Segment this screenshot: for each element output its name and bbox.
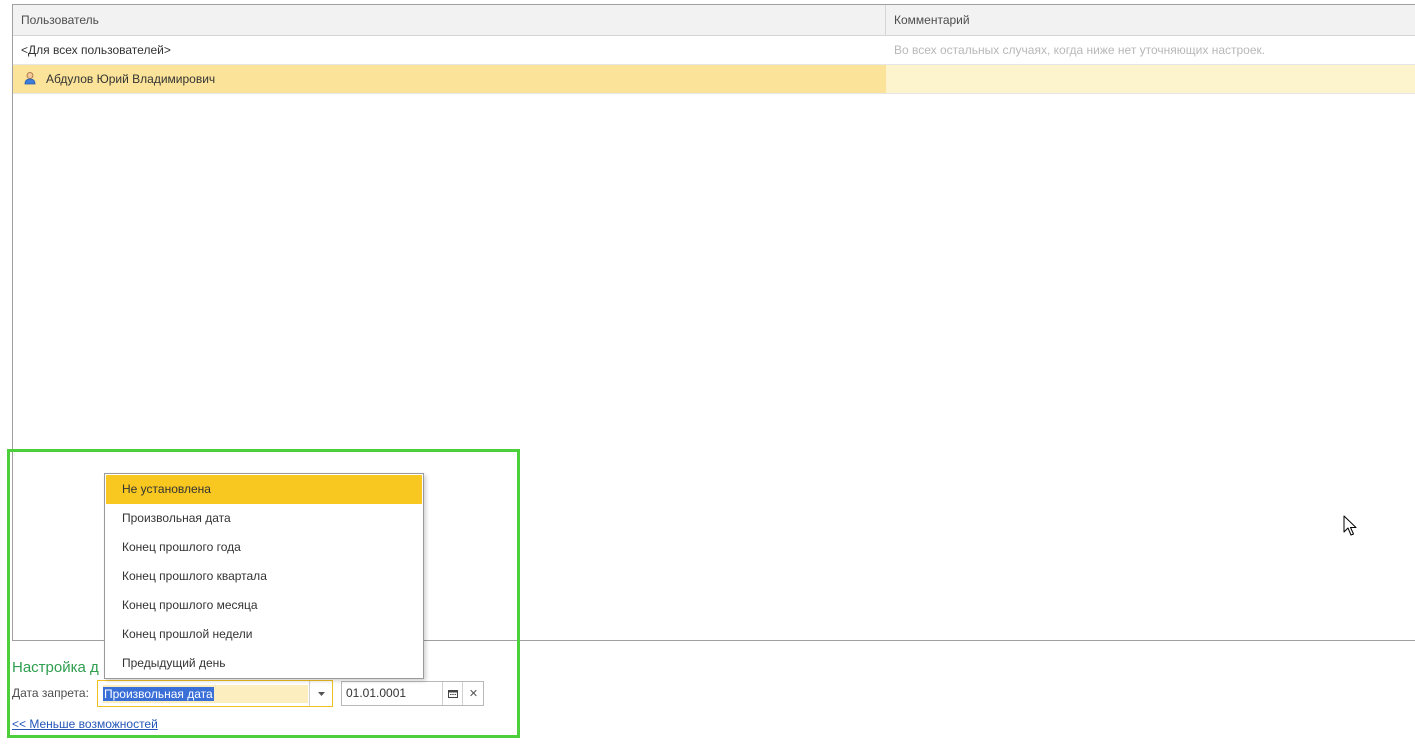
column-header-comment[interactable]: Комментарий xyxy=(886,5,1415,35)
date-value[interactable]: 01.01.0001 xyxy=(346,682,406,705)
table-row[interactable]: <Для всех пользователей> Во всех остальн… xyxy=(13,36,1415,65)
table-header: Пользователь Комментарий xyxy=(13,5,1415,36)
clear-icon[interactable]: ✕ xyxy=(462,682,484,705)
date-field[interactable]: 01.01.0001 ✕ xyxy=(341,681,484,706)
dropdown-item-arbitrary-date[interactable]: Произвольная дата xyxy=(106,504,422,533)
date-label: Дата запрета: xyxy=(12,686,89,700)
mouse-cursor-icon xyxy=(1343,515,1357,540)
user-name: Абдулов Юрий Владимирович xyxy=(46,72,216,86)
dropdown-item-end-of-last-quarter[interactable]: Конец прошлого квартала xyxy=(106,562,422,591)
chevron-down-icon[interactable] xyxy=(309,681,332,706)
user-cell: Абдулов Юрий Владимирович xyxy=(13,65,886,93)
dropdown-item-end-of-last-month[interactable]: Конец прошлого месяца xyxy=(106,591,422,620)
combo-value: Произвольная дата xyxy=(103,687,214,701)
dropdown-item-end-of-last-week[interactable]: Конец прошлой недели xyxy=(106,620,422,649)
comment-cell xyxy=(886,65,1415,93)
calendar-icon[interactable] xyxy=(442,682,463,705)
date-type-combo[interactable]: Произвольная дата xyxy=(97,680,333,707)
column-header-user[interactable]: Пользователь xyxy=(13,5,886,35)
date-type-dropdown: Не установлена Произвольная дата Конец п… xyxy=(104,473,424,679)
dropdown-item-previous-day[interactable]: Предыдущий день xyxy=(106,649,422,678)
user-cell: <Для всех пользователей> xyxy=(21,43,171,57)
combo-input[interactable]: Произвольная дата xyxy=(103,685,308,703)
dropdown-item-not-set[interactable]: Не установлена xyxy=(106,475,422,504)
dropdown-item-end-of-last-year[interactable]: Конец прошлого года xyxy=(106,533,422,562)
comment-cell: Во всех остальных случаях, когда ниже не… xyxy=(894,43,1266,57)
user-icon xyxy=(23,67,37,85)
table-row-selected[interactable]: Абдулов Юрий Владимирович xyxy=(13,65,1415,94)
less-options-link[interactable]: << Меньше возможностей xyxy=(12,717,158,731)
section-title: Настройка д xyxy=(12,659,99,676)
